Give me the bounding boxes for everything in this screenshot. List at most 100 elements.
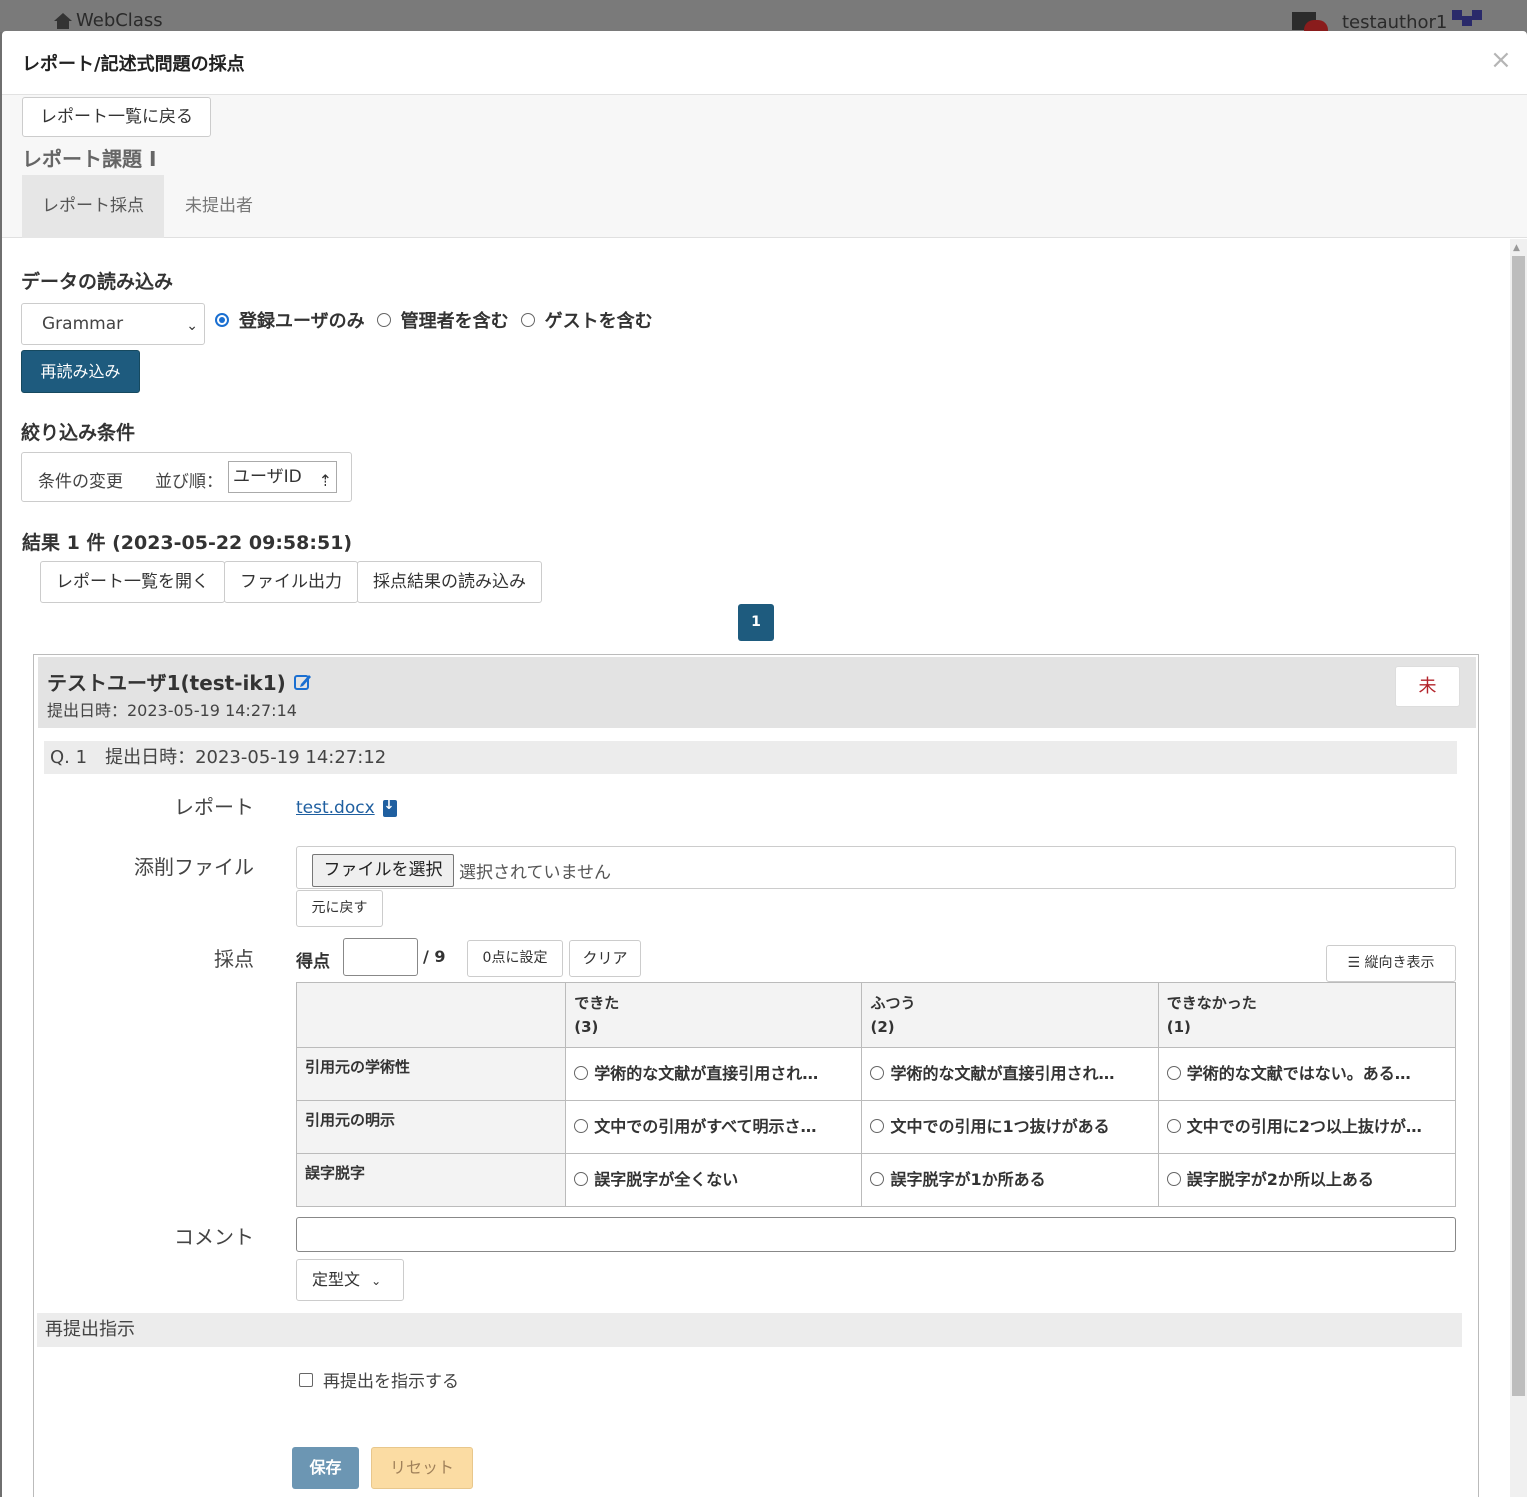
submission-header: テストユーザ1(test-ik1) 提出日時：2023-05-19 14:27:… (38, 657, 1476, 728)
question-header: Q. 1 提出日時：2023-05-19 14:27:12 (44, 741, 1457, 774)
sort-label: 並び順： (155, 472, 223, 492)
radio-button[interactable] (870, 1172, 885, 1186)
reset-button[interactable]: リセット (371, 1447, 473, 1489)
tab-report-grading[interactable]: レポート採点 (22, 175, 164, 238)
resubmit-header: 再提出指示 (37, 1313, 1462, 1347)
rubric-option[interactable]: 誤字脱字が2か所以上ある (1157, 1153, 1457, 1207)
radio-registered-only[interactable]: 登録ユーザのみ (215, 307, 365, 333)
rubric-level-header: できなかった (1) (1157, 982, 1457, 1048)
template-label: 定型文 (312, 1270, 361, 1289)
rubric-level-header: ふつう (2) (861, 982, 1159, 1048)
vertical-view-label: 縦向き表示 (1364, 955, 1435, 971)
radio-button[interactable] (1166, 1066, 1181, 1080)
set-zero-button[interactable]: 0点に設定 (467, 940, 563, 977)
radio-button[interactable] (870, 1119, 885, 1133)
resubmit-checkbox[interactable] (299, 1372, 313, 1387)
resubmit-checkbox-row[interactable]: 再提出を指示する (299, 1367, 459, 1392)
submission-card: テストユーザ1(test-ik1) 提出日時：2023-05-19 14:27:… (33, 654, 1479, 1497)
criterion-name: 引用元の学術性 (295, 1047, 567, 1101)
radio-include-guest[interactable]: ゲストを含む (520, 307, 653, 333)
open-report-list-button[interactable]: レポート一覧を開く (40, 561, 225, 603)
chevron-down-icon: ⌄ (186, 318, 198, 334)
report-nav: レポート一覧に戻る レポート課題 I レポート採点 未提出者 (2, 95, 1527, 238)
import-grades-button[interactable]: 採点結果の読み込み (357, 561, 542, 603)
rubric-option[interactable]: 文中での引用に2つ以上抜けが… (1157, 1100, 1457, 1154)
close-icon[interactable]: × (1490, 45, 1512, 75)
vertical-view-button[interactable]: ☰ 縦向き表示 (1326, 945, 1456, 982)
radio-button[interactable] (574, 1172, 589, 1186)
edit-icon[interactable] (293, 673, 312, 691)
rubric-option[interactable]: 誤字脱字が1か所ある (861, 1153, 1159, 1207)
template-dropdown[interactable]: 定型文 ⌄ (296, 1259, 404, 1301)
sort-icon[interactable]: ⇡ (319, 466, 332, 496)
radio-button[interactable] (215, 313, 229, 327)
radio-button[interactable] (870, 1066, 885, 1080)
submitter-name: テストユーザ1(test-ik1) (47, 667, 312, 696)
rubric-option[interactable]: 文中での引用がすべて明示さ… (565, 1100, 863, 1154)
rubric-option-label: 文中での引用に1つ抜けがある (890, 1117, 1110, 1136)
score-input[interactable] (343, 938, 418, 976)
page-1-button[interactable]: 1 (738, 604, 774, 641)
download-icon[interactable] (382, 798, 397, 817)
level-name: ふつう (870, 994, 916, 1012)
rubric-row: 引用元の明示 文中での引用がすべて明示さ… 文中での引用に1つ抜けがある 文中で… (295, 1100, 1457, 1154)
revert-button[interactable]: 元に戻す (296, 890, 383, 927)
radio-button[interactable] (1166, 1119, 1181, 1133)
user-scope-radios: 登録ユーザのみ 管理者を含む ゲストを含む (215, 307, 665, 333)
modal-header: レポート/記述式問題の採点 × (2, 31, 1527, 95)
comment-textarea[interactable] (296, 1217, 1456, 1252)
vertical-scrollbar[interactable]: ▲ (1510, 239, 1527, 1497)
sort-select[interactable]: ユーザID ⇡ (228, 461, 337, 493)
rubric-row: 引用元の学術性 学術的な文献が直接引用され… 学術的な文献が直接引用され… 学術… (295, 1047, 1457, 1101)
scrollbar-thumb[interactable] (1512, 256, 1525, 1396)
result-summary: 結果 1 件 (2023-05-22 09:58:51) (22, 532, 353, 554)
level-points: (2) (870, 1018, 895, 1036)
modal-title: レポート/記述式問題の採点 (22, 54, 245, 75)
tab-not-submitted[interactable]: 未提出者 (164, 175, 274, 238)
rubric-option-label: 誤字脱字が全くない (594, 1170, 739, 1189)
rubric-option[interactable]: 文中での引用に1つ抜けがある (861, 1100, 1159, 1154)
submission-date: 提出日時：2023-05-19 14:27:14 (47, 701, 297, 720)
rubric-option[interactable]: 誤字脱字が全くない (565, 1153, 863, 1207)
rubric-option[interactable]: 学術的な文献が直接引用され… (861, 1047, 1159, 1101)
level-name: できた (574, 994, 620, 1012)
rubric-option-label: 誤字脱字が2か所以上ある (1186, 1170, 1374, 1189)
rubric-option[interactable]: 学術的な文献ではない。ある… (1157, 1047, 1457, 1101)
brand-label: WebClass (76, 10, 163, 31)
back-to-list-button[interactable]: レポート一覧に戻る (22, 97, 211, 137)
report-file-name[interactable]: test.docx (296, 798, 375, 818)
report-file-link[interactable]: test.docx (296, 798, 397, 818)
save-button[interactable]: 保存 (292, 1447, 359, 1489)
radio-include-admin[interactable]: 管理者を含む (376, 307, 509, 333)
logo-icon (1452, 10, 1482, 30)
radio-label: ゲストを含む (544, 311, 653, 332)
radio-button[interactable] (574, 1119, 589, 1133)
attachment-file-input[interactable]: ファイルを選択 選択されていません (296, 846, 1456, 889)
result-actions: レポート一覧を開く ファイル出力 採点結果の読み込み (40, 561, 542, 603)
rubric-option-label: 学術的な文献が直接引用され… (890, 1064, 1115, 1083)
list-icon: ☰ (1347, 955, 1361, 971)
comment-label: コメント (174, 1225, 254, 1249)
scroll-up-icon[interactable]: ▲ (1513, 243, 1520, 253)
radio-button[interactable] (376, 313, 391, 327)
clear-button[interactable]: クリア (569, 940, 641, 977)
rubric-level-header: できた (3) (565, 982, 863, 1048)
change-conditions-link[interactable]: 条件の変更 (38, 467, 123, 492)
level-name: できなかった (1166, 994, 1257, 1012)
file-export-button[interactable]: ファイル出力 (224, 561, 358, 603)
status-badge: 未 (1395, 666, 1460, 707)
radio-button[interactable] (574, 1066, 589, 1080)
user-name[interactable]: testauthor1 (1342, 12, 1447, 33)
criterion-name: 引用元の明示 (295, 1100, 567, 1154)
grading-label: 採点 (214, 947, 254, 971)
rubric-option-label: 学術的な文献が直接引用され… (594, 1064, 819, 1083)
radio-button[interactable] (1166, 1172, 1181, 1186)
course-select[interactable]: Grammar ⌄ (21, 303, 205, 345)
rubric-option-label: 文中での引用がすべて明示さ… (594, 1117, 817, 1136)
rubric-option[interactable]: 学術的な文献が直接引用され… (565, 1047, 863, 1101)
app-brand[interactable]: WebClass (54, 10, 163, 31)
radio-button[interactable] (520, 313, 535, 327)
reload-button[interactable]: 再読み込み (21, 350, 140, 393)
attachment-label: 添削ファイル (134, 855, 254, 879)
choose-file-button[interactable]: ファイルを選択 (312, 854, 454, 887)
